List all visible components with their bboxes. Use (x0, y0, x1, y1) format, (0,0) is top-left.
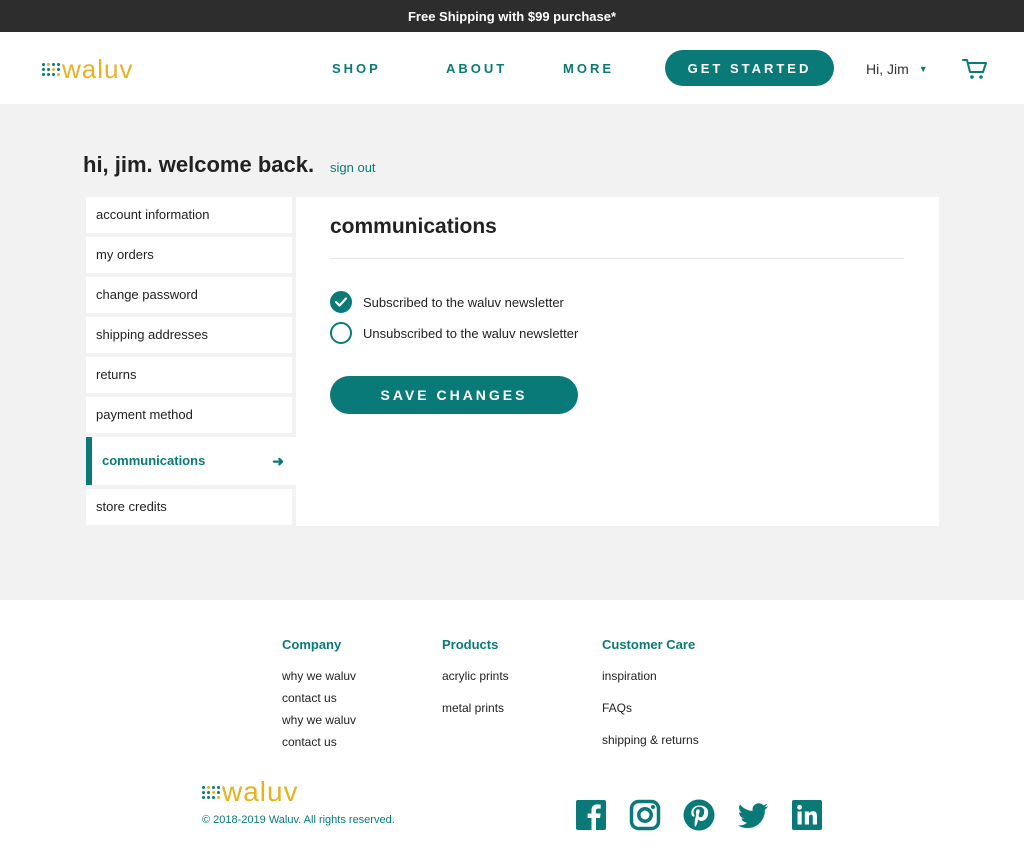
footer-col-products-title: Products (442, 637, 499, 652)
footer-link[interactable]: why we waluv (282, 713, 356, 727)
nav-shop[interactable]: SHOP (332, 61, 381, 76)
copyright-text: © 2018-2019 Waluv. All rights reserved. (202, 814, 395, 826)
instagram-icon[interactable] (629, 799, 661, 831)
sign-out-link[interactable]: sign out (330, 160, 376, 175)
facebook-icon[interactable] (575, 799, 607, 831)
user-menu-label: Hi, Jim (866, 61, 909, 77)
arrow-right-icon: ➜ (272, 453, 284, 469)
header-logo[interactable]: waluv (42, 54, 133, 85)
sidebar-item-label: my orders (96, 247, 154, 262)
save-changes-label: SAVE CHANGES (380, 387, 528, 403)
footer-link[interactable]: inspiration (602, 669, 657, 683)
save-changes-button[interactable]: SAVE CHANGES (330, 376, 578, 414)
footer-logo[interactable]: waluv (202, 776, 299, 808)
logo-wordmark: waluv (62, 54, 134, 84)
twitter-icon[interactable] (737, 799, 769, 831)
sidebar-item-change-password[interactable]: change password (86, 277, 292, 313)
site-header: waluv SHOP ABOUT MORE GET STARTED Hi, Ji… (0, 32, 1024, 104)
radio-checked-icon[interactable] (330, 291, 352, 313)
logo-wordmark: waluv (222, 776, 299, 807)
nav-about[interactable]: ABOUT (446, 61, 507, 76)
footer-link[interactable]: contact us (282, 735, 337, 749)
footer-col-customer-care-title: Customer Care (602, 637, 696, 652)
footer-link[interactable]: acrylic prints (442, 669, 509, 683)
logo-dots-icon (202, 785, 220, 799)
sidebar-item-label: store credits (96, 499, 167, 514)
sidebar-item-store-credits[interactable]: store credits (86, 489, 292, 525)
sidebar-item-label: change password (96, 287, 198, 302)
sidebar-item-label: shipping addresses (96, 327, 209, 342)
footer-link[interactable]: FAQs (602, 701, 632, 715)
sidebar-item-returns[interactable]: returns (86, 357, 292, 393)
promo-bar: Free Shipping with $99 purchase* (0, 0, 1024, 32)
radio-unchecked-icon[interactable] (330, 322, 352, 344)
footer-link[interactable]: shipping & returns (602, 733, 699, 747)
newsletter-unsubscribed-option[interactable]: Unsubscribed to the waluv newsletter (330, 322, 578, 344)
user-menu[interactable]: Hi, Jim ▼ (866, 61, 928, 77)
linkedin-icon[interactable] (791, 799, 823, 831)
footer-col-company-title: Company (282, 637, 342, 652)
promo-text: Free Shipping with $99 purchase* (407, 8, 617, 24)
sidebar-item-my-orders[interactable]: my orders (86, 237, 292, 273)
footer-link[interactable]: metal prints (442, 701, 504, 715)
sidebar-item-communications[interactable]: communications ➜ (86, 437, 296, 485)
sidebar-item-label: account information (96, 207, 210, 222)
page-title: hi, jim. welcome back. (83, 152, 315, 177)
account-sidebar: account information my orders change pas… (86, 197, 296, 529)
panel-divider (330, 258, 904, 259)
chevron-down-icon: ▼ (918, 64, 928, 74)
sidebar-item-payment-method[interactable]: payment method (86, 397, 292, 433)
footer-link[interactable]: contact us (282, 691, 337, 705)
sidebar-item-label: communications (102, 453, 206, 468)
radio-label: Unsubscribed to the waluv newsletter (363, 325, 579, 341)
account-main: hi, jim. welcome back. sign out account … (0, 104, 1024, 600)
panel-title: communications (330, 215, 497, 238)
footer-link[interactable]: why we waluv (282, 669, 356, 683)
radio-label: Subscribed to the waluv newsletter (363, 294, 564, 310)
get-started-button[interactable]: GET STARTED (665, 50, 834, 86)
sidebar-item-shipping-addresses[interactable]: shipping addresses (86, 317, 292, 353)
sidebar-item-label: payment method (96, 407, 193, 422)
communications-panel: communications Subscribed to the waluv n… (296, 197, 939, 526)
pinterest-icon[interactable] (683, 799, 715, 831)
logo-dots-icon (42, 63, 60, 76)
newsletter-subscribed-option[interactable]: Subscribed to the waluv newsletter (330, 291, 564, 313)
site-footer: Company why we waluv contact us why we w… (0, 600, 1024, 854)
get-started-label: GET STARTED (687, 60, 812, 76)
cart-icon[interactable] (962, 58, 988, 80)
nav-more[interactable]: MORE (563, 61, 614, 76)
sidebar-item-account-information[interactable]: account information (86, 197, 292, 233)
sidebar-item-label: returns (96, 367, 137, 382)
